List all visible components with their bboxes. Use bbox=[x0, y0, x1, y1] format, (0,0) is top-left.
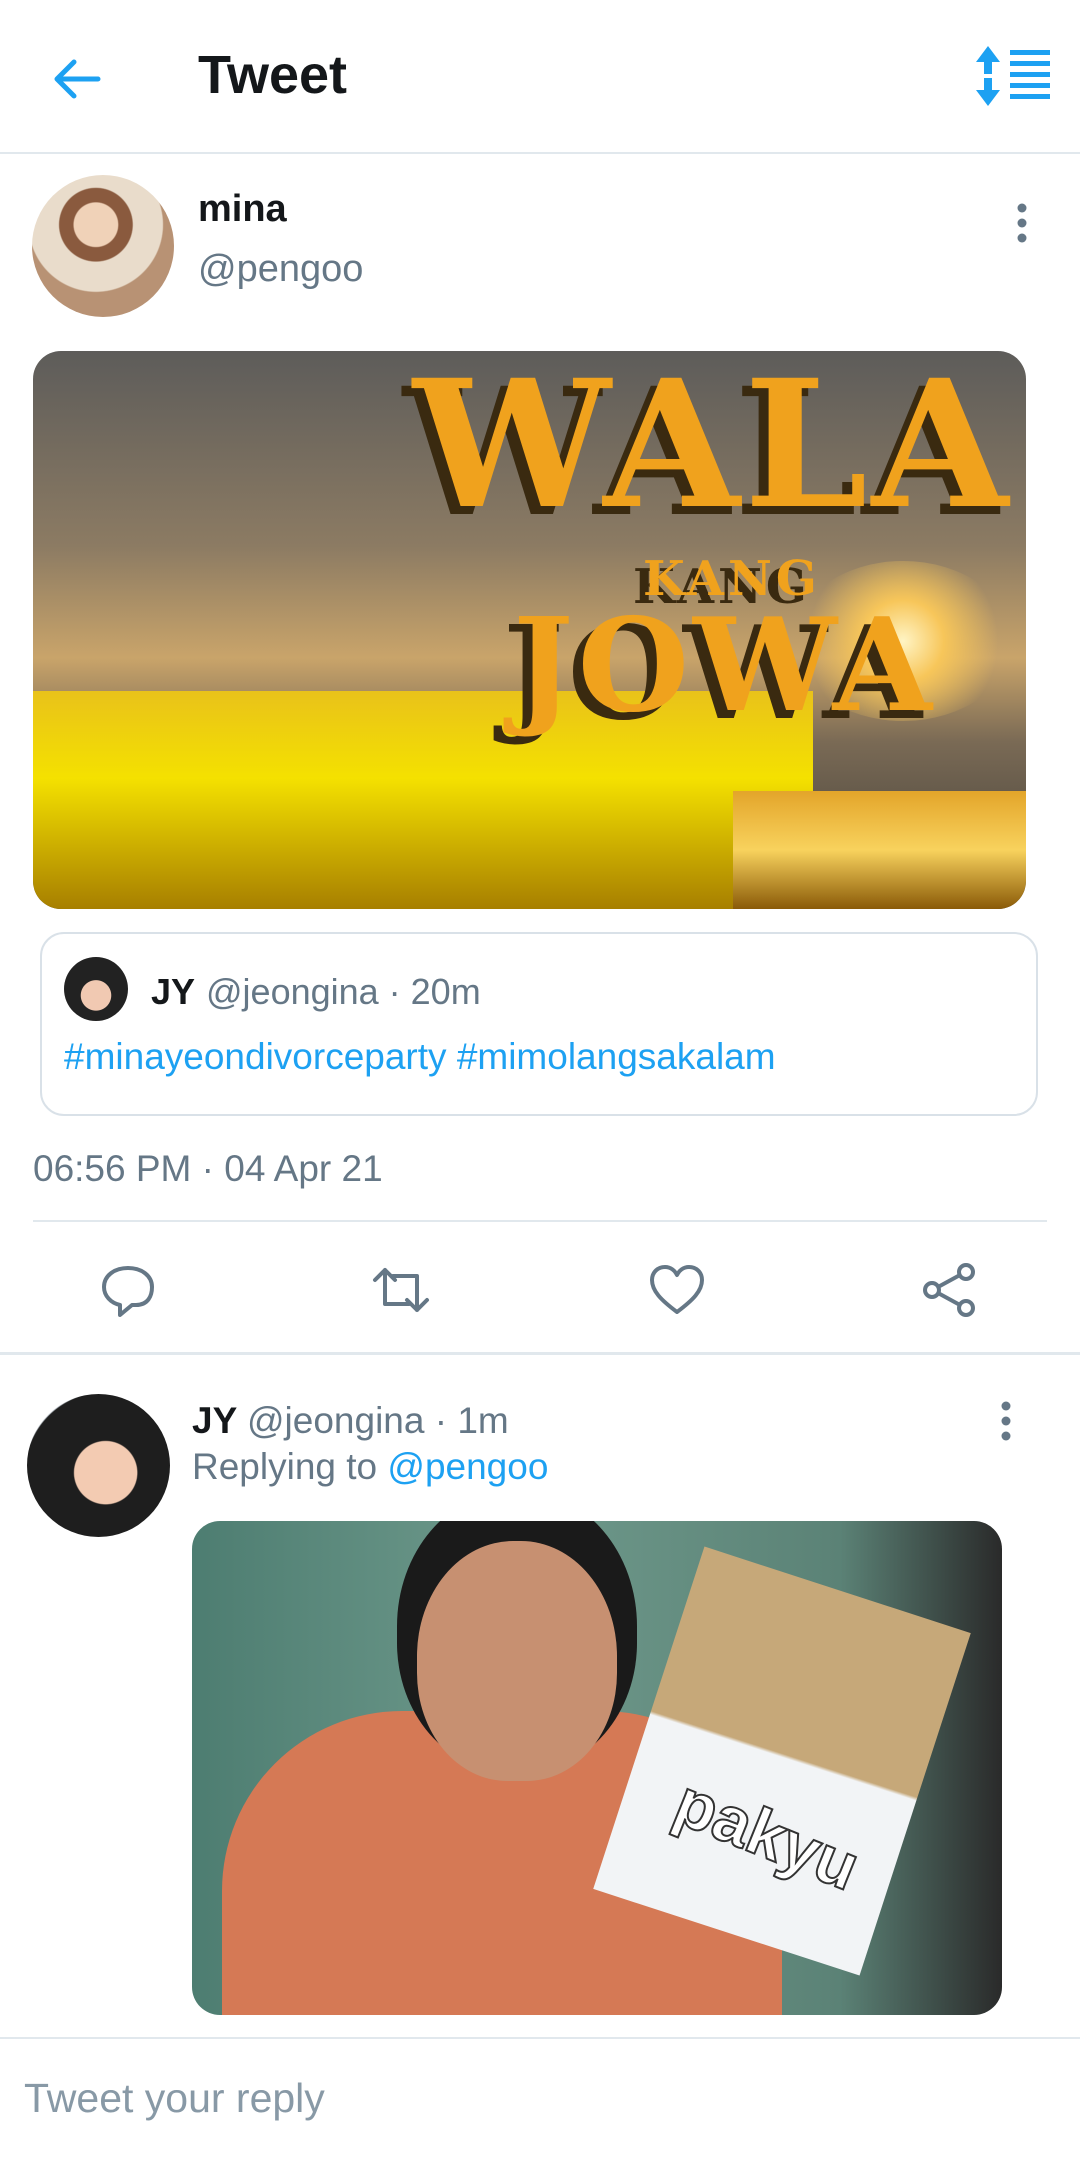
tweet-media[interactable]: WALA KANG JOWA bbox=[33, 351, 1026, 909]
author-handle[interactable]: @pengoo bbox=[198, 248, 363, 291]
section-divider bbox=[0, 1352, 1080, 1355]
retweet-icon bbox=[373, 1268, 429, 1312]
retweet-button[interactable] bbox=[371, 1260, 431, 1320]
photo-face bbox=[417, 1541, 617, 1781]
more-vertical-icon bbox=[1001, 1401, 1011, 1441]
share-button[interactable] bbox=[920, 1260, 980, 1320]
quoted-tweet[interactable] bbox=[40, 932, 1038, 1116]
sort-icon bbox=[976, 46, 1050, 106]
like-button[interactable] bbox=[647, 1260, 707, 1320]
page-title: Tweet bbox=[198, 45, 348, 105]
reply-icon bbox=[102, 1266, 154, 1317]
share-icon bbox=[923, 1263, 975, 1317]
tweet-timestamp: 06:56 PM · 04 Apr 21 bbox=[33, 1148, 383, 1189]
composer-divider bbox=[0, 2037, 1080, 2039]
reply-author-handle-time[interactable]: @jeongina · 1m bbox=[247, 1400, 509, 1442]
divider bbox=[33, 1220, 1047, 1222]
reply-author-name[interactable]: JY bbox=[192, 1400, 237, 1442]
arrow-left-icon bbox=[54, 59, 101, 99]
sort-button[interactable] bbox=[974, 44, 1054, 108]
replying-handle-link[interactable]: @pengoo bbox=[387, 1446, 548, 1487]
reply-more-options-button[interactable] bbox=[986, 1398, 1026, 1444]
top-bar bbox=[0, 0, 1080, 154]
quoted-avatar bbox=[64, 957, 128, 1021]
back-button[interactable] bbox=[40, 42, 114, 116]
quoted-author-name: JY bbox=[151, 971, 196, 1012]
more-vertical-icon bbox=[1017, 203, 1027, 243]
meme-text-line3: JOWA bbox=[513, 591, 936, 741]
avatar[interactable] bbox=[32, 175, 174, 317]
reply-button[interactable] bbox=[98, 1260, 158, 1320]
quoted-author-handle-time: @jeongina · 20m bbox=[206, 971, 481, 1012]
quoted-hashtags[interactable]: #minayeondivorceparty #mimolangsakalam bbox=[64, 1036, 776, 1078]
replying-to: Replying to @pengoo bbox=[192, 1446, 548, 1488]
like-icon bbox=[650, 1265, 704, 1314]
meme-text-line1: WALA bbox=[413, 351, 1013, 548]
logo-ledge bbox=[733, 791, 1026, 909]
reply-avatar[interactable] bbox=[27, 1394, 170, 1537]
reply-input[interactable] bbox=[0, 2040, 1080, 2157]
author-name[interactable]: mina bbox=[198, 188, 287, 231]
reply-media[interactable]: pakyu bbox=[192, 1521, 1002, 2015]
more-options-button[interactable] bbox=[1002, 200, 1042, 246]
replying-prefix: Replying to bbox=[192, 1446, 378, 1487]
